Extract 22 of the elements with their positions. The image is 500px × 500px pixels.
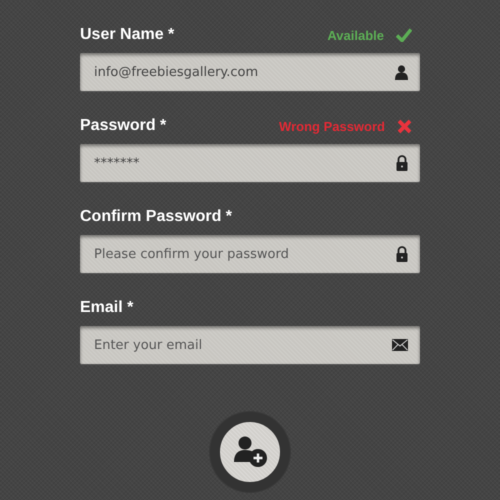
status-message: Available <box>327 28 384 42</box>
text-input[interactable]: ******* <box>94 156 396 170</box>
input-field[interactable]: Please confirm your password <box>80 235 420 273</box>
envelope-icon <box>392 339 408 351</box>
cross-icon <box>397 118 412 134</box>
lock-icon <box>396 155 408 171</box>
check-icon <box>396 28 412 42</box>
input-field[interactable]: info@freebiesgallery.com <box>80 53 420 91</box>
lock-icon <box>396 246 408 262</box>
field-label: Email * <box>80 299 134 317</box>
input-field[interactable]: ******* <box>80 144 420 182</box>
input-field[interactable]: Enter your email <box>80 326 420 364</box>
field-label: User Name * <box>80 26 176 44</box>
text-input[interactable]: Enter your email <box>94 338 392 352</box>
add-user-icon <box>232 436 268 468</box>
error-message: Wrong Password <box>279 118 385 134</box>
field-label: Password * <box>80 117 168 135</box>
field-label: Confirm Password * <box>80 208 234 226</box>
person-icon <box>395 64 408 80</box>
text-input[interactable]: info@freebiesgallery.com <box>94 64 395 80</box>
add-user-button[interactable] <box>210 412 290 492</box>
text-input[interactable]: Please confirm your password <box>94 246 396 262</box>
